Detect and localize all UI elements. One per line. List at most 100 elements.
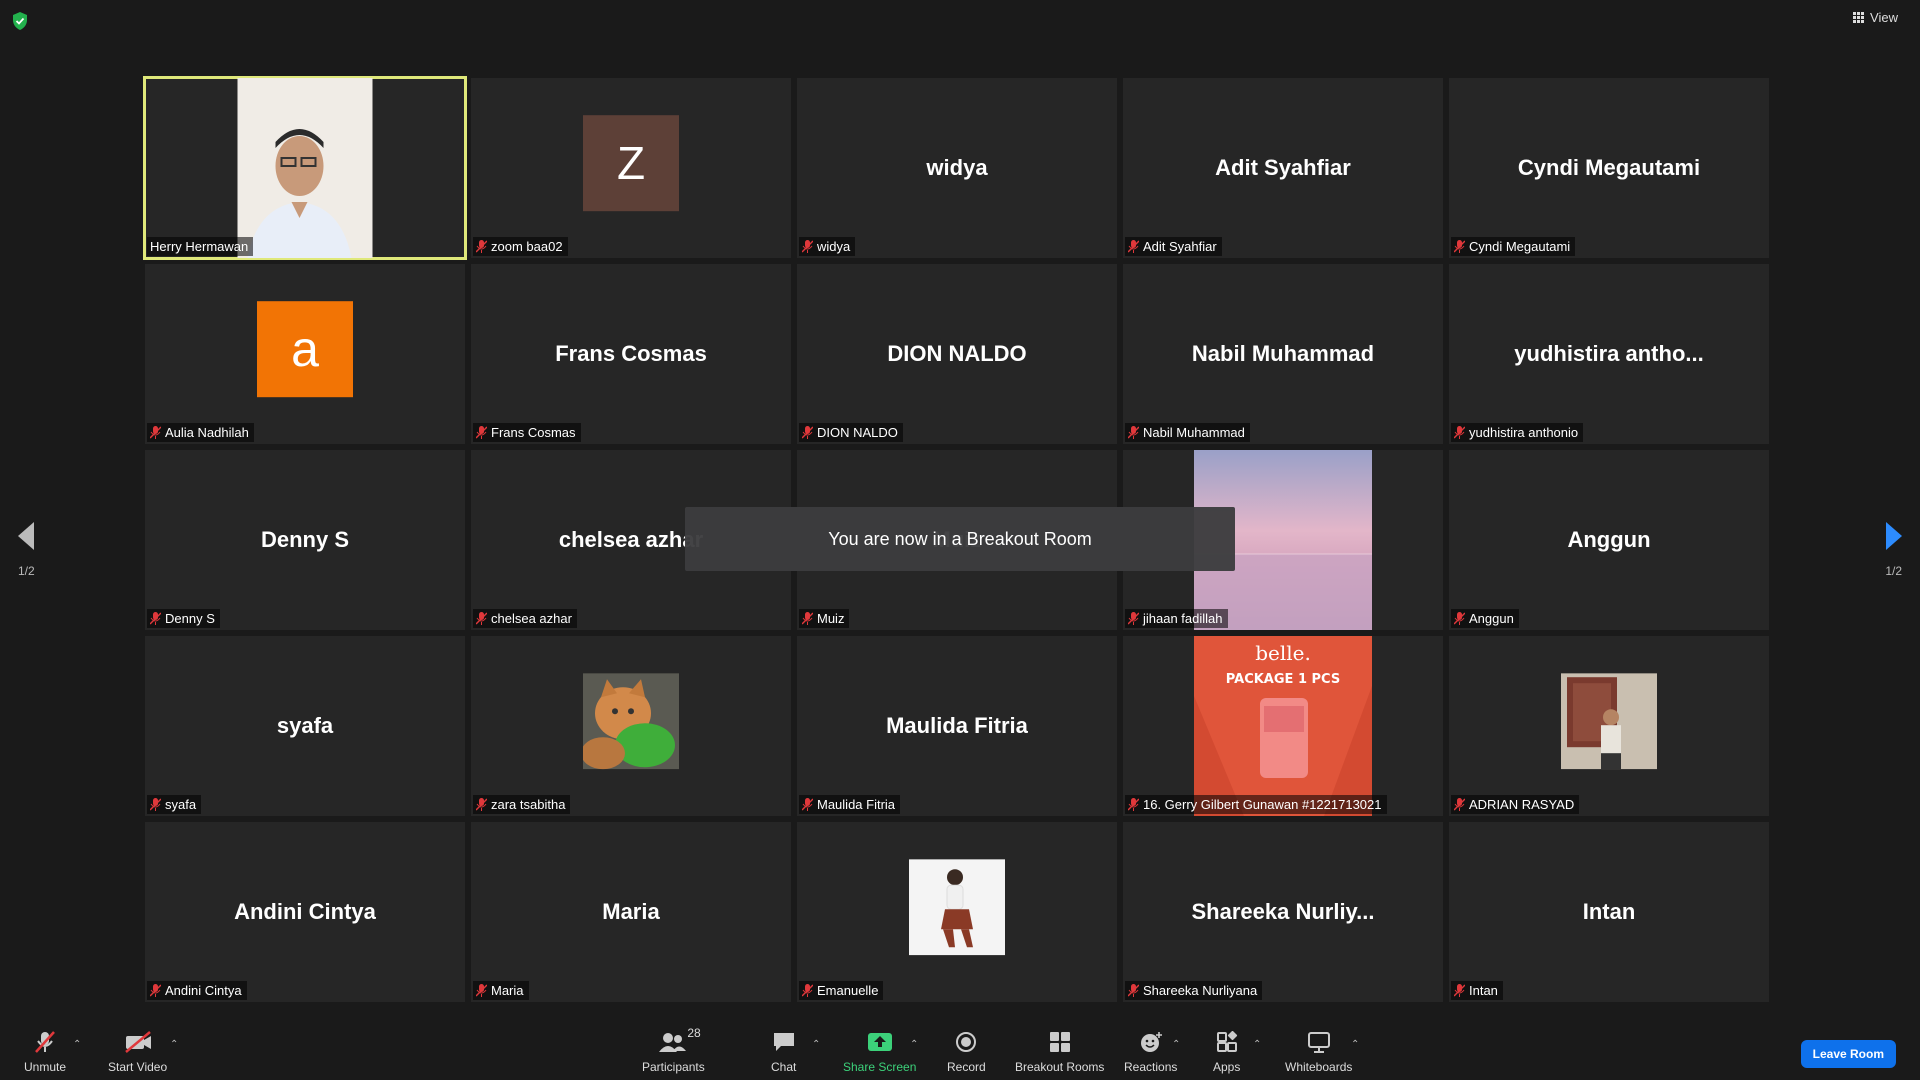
microphone-muted-icon: [1454, 240, 1465, 253]
microphone-muted-icon: [1128, 612, 1139, 625]
chevron-left-icon: [18, 522, 35, 550]
participant-tile[interactable]: ADRIAN RASYAD: [1449, 636, 1769, 816]
participant-name-label: Shareeka Nurliyana: [1125, 981, 1263, 1000]
participant-tile[interactable]: belle. PACKAGE 1 PCS 16. Gerry Gilbert G…: [1123, 636, 1443, 816]
share-options-caret[interactable]: ⌃: [910, 1039, 918, 1050]
ad-brand-text: belle.: [1255, 641, 1311, 665]
participant-display-name: DION NALDO: [887, 341, 1027, 366]
participant-tile[interactable]: widya widya: [797, 78, 1117, 258]
participant-tile[interactable]: Intan Intan: [1449, 822, 1769, 1002]
apps-options-caret[interactable]: ⌃: [1253, 1039, 1261, 1050]
microphone-muted-icon: [1454, 798, 1465, 811]
participant-display-name: Adit Syahfiar: [1215, 155, 1351, 180]
microphone-muted-icon: [476, 240, 487, 253]
participant-tile[interactable]: DION NALDO DION NALDO: [797, 264, 1117, 444]
participant-display-name: Maria: [602, 899, 660, 924]
next-page-button[interactable]: 1/2: [1885, 522, 1902, 578]
participant-tile[interactable]: syafa syafa: [145, 636, 465, 816]
microphone-muted-icon: [150, 984, 161, 997]
start-video-label: Start Video: [108, 1060, 168, 1074]
whiteboard-icon: [1307, 1032, 1330, 1053]
participant-display-name: Shareeka Nurliy...: [1191, 899, 1375, 924]
record-button[interactable]: Record: [947, 1030, 986, 1074]
microphone-muted-icon: [802, 426, 813, 439]
participant-video: [237, 78, 373, 258]
unmute-button[interactable]: Unmute: [24, 1030, 66, 1074]
start-video-button[interactable]: Start Video: [108, 1030, 167, 1074]
unmute-label: Unmute: [24, 1060, 67, 1074]
participant-display-name: syafa: [276, 713, 334, 738]
microphone-muted-icon: [1128, 798, 1139, 811]
participant-tile[interactable]: Maria Maria: [471, 822, 791, 1002]
microphone-muted-icon: [476, 798, 487, 811]
participant-tile[interactable]: zara tsabitha: [471, 636, 791, 816]
participant-profile-picture: [1561, 673, 1657, 770]
participant-name-label: Aulia Nadhilah: [147, 423, 254, 442]
whiteboards-options-caret[interactable]: ⌃: [1351, 1039, 1359, 1050]
participant-avatar: a: [257, 301, 353, 398]
participant-name-label: ADRIAN RASYAD: [1451, 795, 1580, 814]
participant-name-label: Frans Cosmas: [473, 423, 581, 442]
participant-display-name: Anggun: [1567, 527, 1651, 552]
participant-tile[interactable]: Denny S Denny S: [145, 450, 465, 630]
share-screen-button[interactable]: Share Screen: [843, 1030, 916, 1074]
participant-tile[interactable]: Andini Cintya Andini Cintya: [145, 822, 465, 1002]
reactions-options-caret[interactable]: ⌃: [1172, 1039, 1180, 1050]
participant-tile[interactable]: Maulida Fitria Maulida Fitria: [797, 636, 1117, 816]
participant-tile[interactable]: yudhistira antho... yudhistira anthonio: [1449, 264, 1769, 444]
audio-options-caret[interactable]: ⌃: [73, 1039, 81, 1050]
breakout-rooms-button[interactable]: Breakout Rooms: [1015, 1030, 1104, 1074]
apps-button[interactable]: Apps: [1213, 1030, 1240, 1074]
leave-room-button[interactable]: Leave Room: [1800, 1040, 1896, 1068]
breakout-room-notification: You are now in a Breakout Room: [685, 507, 1235, 571]
participant-display-name: Cyndi Megautami: [1517, 155, 1701, 180]
participant-profile-picture: [583, 673, 679, 770]
participant-tile[interactable]: Emanuelle: [797, 822, 1117, 1002]
breakout-rooms-label: Breakout Rooms: [1015, 1060, 1105, 1074]
security-shield-icon[interactable]: [12, 12, 28, 30]
chat-label: Chat: [771, 1060, 797, 1074]
microphone-muted-icon: [150, 798, 161, 811]
chat-bubble-icon: [773, 1033, 794, 1051]
participant-name-label: Denny S: [147, 609, 220, 628]
microphone-muted-icon: [150, 612, 161, 625]
microphone-muted-icon: [1128, 984, 1139, 997]
participant-name-label: Maulida Fitria: [799, 795, 901, 814]
participant-display-name: Maulida Fitria: [886, 713, 1028, 738]
ad-caption-text: PACKAGE 1 PCS: [1226, 672, 1340, 687]
participant-name-label: widya: [799, 237, 856, 256]
whiteboards-button[interactable]: Whiteboards: [1285, 1030, 1352, 1074]
share-screen-label: Share Screen: [843, 1060, 917, 1074]
microphone-muted-icon: [150, 426, 161, 439]
participant-name-label: DION NALDO: [799, 423, 903, 442]
reactions-smiley-icon: [1140, 1032, 1162, 1052]
participant-tile[interactable]: Anggun Anggun: [1449, 450, 1769, 630]
participant-profile-picture: [909, 859, 1005, 956]
microphone-muted-icon: [1128, 240, 1139, 253]
video-options-caret[interactable]: ⌃: [170, 1039, 178, 1050]
reactions-button[interactable]: Reactions: [1124, 1030, 1177, 1074]
participant-tile[interactable]: a Aulia Nadhilah: [145, 264, 465, 444]
chat-button[interactable]: Chat: [771, 1030, 796, 1074]
participant-name-label: Muiz: [799, 609, 850, 628]
breakout-rooms-icon: [1049, 1032, 1070, 1052]
participant-tile[interactable]: Frans Cosmas Frans Cosmas: [471, 264, 791, 444]
participants-button[interactable]: 28 Participants: [642, 1026, 705, 1074]
microphone-muted-icon: [476, 984, 487, 997]
participant-name-label: 16. Gerry Gilbert Gunawan #1221713021: [1125, 795, 1387, 814]
participant-display-name: widya: [926, 155, 988, 180]
participant-tile[interactable]: Herry Hermawan: [143, 76, 467, 260]
previous-page-button[interactable]: 1/2: [18, 522, 35, 578]
participant-tile[interactable]: Nabil Muhammad Nabil Muhammad: [1123, 264, 1443, 444]
participant-tile[interactable]: Cyndi Megautami Cyndi Megautami: [1449, 78, 1769, 258]
chat-options-caret[interactable]: ⌃: [812, 1039, 820, 1050]
chevron-right-icon: [1885, 522, 1902, 550]
participant-name-label: Anggun: [1451, 609, 1519, 628]
reactions-label: Reactions: [1124, 1060, 1178, 1074]
grid-view-icon: [1853, 12, 1865, 23]
view-button[interactable]: View: [1853, 10, 1898, 25]
participant-tile[interactable]: Z zoom baa02: [471, 78, 791, 258]
participant-tile[interactable]: Adit Syahfiar Adit Syahfiar: [1123, 78, 1443, 258]
microphone-muted-icon: [802, 240, 813, 253]
participant-tile[interactable]: Shareeka Nurliy... Shareeka Nurliyana: [1123, 822, 1443, 1002]
